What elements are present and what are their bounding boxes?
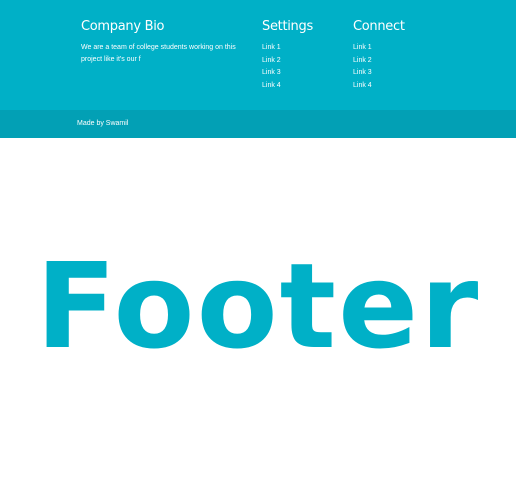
connect-link-1[interactable]: Link 1 (353, 44, 372, 51)
settings-link-item: Link 3 (262, 67, 342, 80)
connect-link-item: Link 2 (353, 55, 433, 68)
settings-heading: Settings (262, 19, 313, 34)
connect-link-4[interactable]: Link 4 (353, 82, 372, 89)
settings-section: Settings Link 1 Link 2 Link 3 Link 4 (262, 19, 342, 92)
settings-link-item: Link 4 (262, 80, 342, 93)
connect-link-item: Link 4 (353, 80, 433, 93)
site-footer: Company Bio We are a team of college stu… (0, 0, 516, 110)
settings-link-item: Link 2 (262, 55, 342, 68)
settings-link-3[interactable]: Link 3 (262, 69, 281, 76)
connect-link-item: Link 3 (353, 67, 433, 80)
connect-links: Link 1 Link 2 Link 3 Link 4 (353, 42, 433, 92)
page-title: Footer (35, 237, 481, 375)
company-bio-heading: Company Bio (81, 19, 165, 34)
connect-heading: Connect (353, 19, 405, 34)
connect-section: Connect Link 1 Link 2 Link 3 Link 4 (353, 19, 433, 92)
settings-link-item: Link 1 (262, 42, 342, 55)
connect-link-3[interactable]: Link 3 (353, 69, 372, 76)
settings-link-1[interactable]: Link 1 (262, 44, 281, 51)
footer-credit: Made by Swamil (77, 120, 129, 127)
company-bio-text: We are a team of college students workin… (81, 44, 236, 63)
connect-link-2[interactable]: Link 2 (353, 57, 372, 64)
company-bio-section: Company Bio We are a team of college stu… (81, 19, 251, 66)
footer-bottom-bar: Made by Swamil (0, 110, 516, 138)
settings-links: Link 1 Link 2 Link 3 Link 4 (262, 42, 342, 92)
settings-link-2[interactable]: Link 2 (262, 57, 281, 64)
connect-link-item: Link 1 (353, 42, 433, 55)
settings-link-4[interactable]: Link 4 (262, 82, 281, 89)
